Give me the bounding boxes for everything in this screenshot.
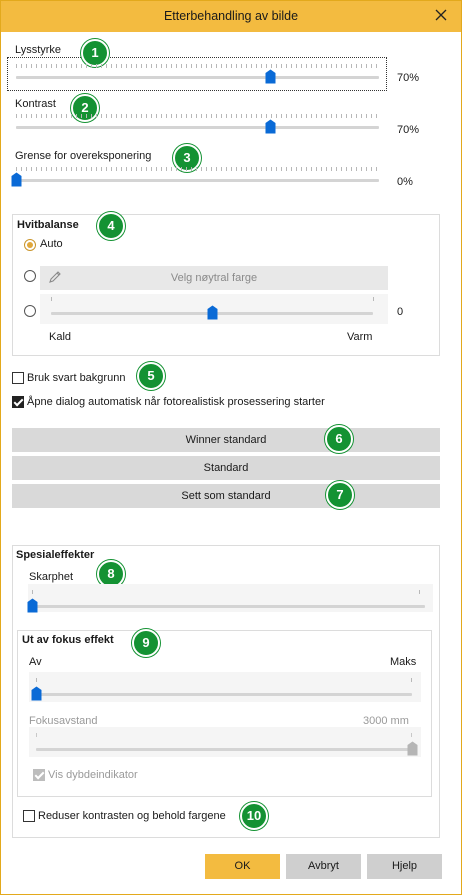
ok-label: OK	[234, 860, 251, 872]
set-default-button[interactable]: Sett som standard	[12, 484, 440, 508]
tick-mark	[373, 297, 374, 301]
callout-badge-10: 10	[240, 802, 268, 830]
brightness-label: Lysstyrke	[15, 44, 62, 56]
default-label: Standard	[203, 462, 249, 474]
brightness-slider[interactable]	[16, 64, 379, 86]
help-label: Hjelp	[391, 860, 418, 872]
slider-thumb[interactable]	[207, 305, 218, 320]
temperature-slider[interactable]	[51, 300, 373, 322]
dialog-title: Etterbehandling av bilde	[163, 9, 299, 23]
warm-label: Varm	[347, 331, 373, 343]
winner-default-label: Winner standard	[185, 434, 267, 446]
focus-distance-label: Fokusavstand	[29, 715, 98, 727]
focus-min-label: Av	[29, 656, 42, 668]
auto-label: Auto	[40, 238, 63, 250]
pick-color-radio[interactable]	[24, 270, 36, 282]
callout-badge-6: 6	[325, 425, 353, 453]
pick-neutral-color-button[interactable]: Velg nøytral farge	[40, 266, 388, 290]
winner-default-button[interactable]: Winner standard	[12, 428, 440, 452]
help-button[interactable]: Hjelp	[367, 854, 442, 879]
slider-thumb[interactable]	[11, 172, 22, 187]
out-of-focus-title: Ut av fokus effekt	[22, 634, 114, 646]
sharpness-slider[interactable]	[27, 593, 425, 615]
focus-distance-slider[interactable]	[36, 736, 418, 758]
slider-thumb[interactable]	[265, 69, 276, 84]
auto-open-checkbox[interactable]	[12, 396, 24, 408]
callout-badge-9: 9	[132, 629, 160, 657]
pick-neutral-color-label: Velg nøytral farge	[170, 272, 258, 284]
focus-distance-value: 3000 mm	[363, 715, 409, 727]
white-balance-group: Hvitbalanse 4 Auto Velg nøytral farge 0 …	[12, 212, 440, 356]
cold-label: Kald	[49, 331, 72, 343]
sharpness-label: Skarphet	[29, 571, 74, 583]
set-default-label: Sett som standard	[181, 490, 271, 502]
special-effects-group: Spesialeffekter 8 Skarphet Ut av fokus e…	[12, 545, 440, 838]
contrast-label: Kontrast	[15, 98, 56, 110]
slider-thumb[interactable]	[27, 598, 38, 613]
overexposure-label: Grense for overeksponering	[15, 150, 152, 162]
cancel-button[interactable]: Avbryt	[286, 854, 361, 879]
temperature-value: 0	[397, 306, 404, 318]
white-balance-title: Hvitbalanse	[17, 219, 79, 231]
slider-thumb[interactable]	[407, 741, 418, 756]
focus-max-label: Maks	[390, 656, 417, 668]
callout-badge-4: 4	[97, 212, 125, 240]
auto-radio[interactable]	[24, 239, 36, 251]
callout-badge-1: 1	[81, 39, 109, 67]
brightness-value: 70%	[397, 72, 420, 84]
overexposure-slider[interactable]	[11, 167, 379, 189]
callout-badge-7: 7	[326, 481, 354, 509]
depth-indicator-label: Vis dybdeindikator	[48, 769, 138, 781]
slider-thumb[interactable]	[31, 686, 42, 701]
contrast-slider[interactable]	[16, 114, 379, 136]
reduce-contrast-checkbox[interactable]	[23, 810, 35, 822]
black-background-label: Bruk svart bakgrunn	[27, 372, 126, 384]
black-background-checkbox[interactable]	[12, 372, 24, 384]
temperature-radio[interactable]	[24, 305, 36, 317]
default-button[interactable]: Standard	[12, 456, 440, 480]
close-icon[interactable]	[431, 5, 451, 25]
ok-button[interactable]: OK	[205, 854, 280, 879]
focus-strength-slider[interactable]	[31, 681, 412, 703]
reduce-contrast-label: Reduser kontrasten og behold fargene	[38, 810, 226, 822]
post-processing-dialog: Etterbehandling av bilde Lysstyrke 1 70%…	[0, 0, 462, 895]
callout-badge-5: 5	[137, 362, 165, 390]
special-effects-title: Spesialeffekter	[16, 549, 95, 561]
cancel-label: Avbryt	[308, 860, 339, 872]
slider-thumb[interactable]	[265, 119, 276, 134]
contrast-value: 70%	[397, 124, 420, 136]
title-bar: Etterbehandling av bilde	[1, 1, 461, 32]
auto-open-label: Åpne dialog automatisk når fotorealistis…	[27, 396, 325, 408]
out-of-focus-group: Ut av fokus effekt 9 Av Maks Fokusavstan…	[17, 629, 432, 797]
overexposure-value: 0%	[397, 176, 413, 188]
depth-indicator-checkbox[interactable]	[33, 769, 45, 781]
